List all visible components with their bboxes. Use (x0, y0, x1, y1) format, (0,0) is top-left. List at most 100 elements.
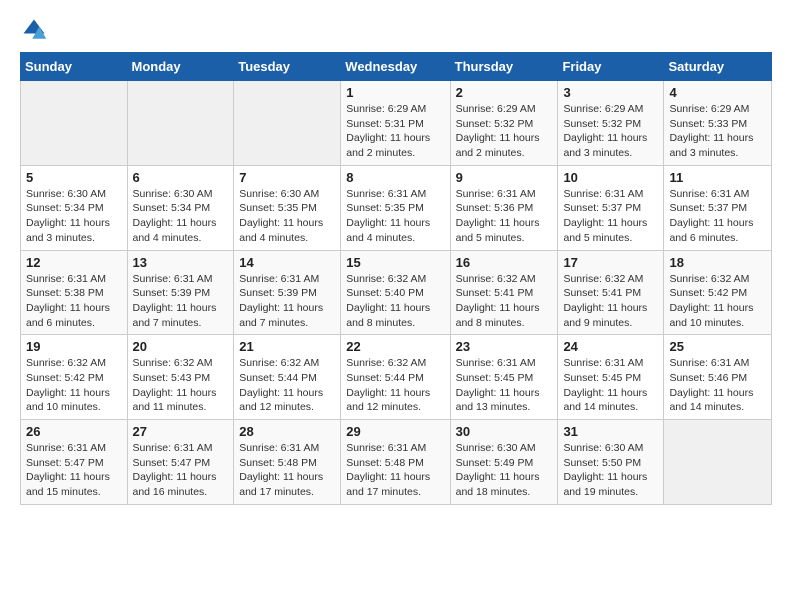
day-number: 4 (669, 85, 766, 100)
calendar-cell: 17 Sunrise: 6:32 AMSunset: 5:41 PMDayligh… (558, 250, 664, 335)
day-info: Sunrise: 6:31 AMSunset: 5:47 PMDaylight:… (133, 441, 229, 500)
day-info: Sunrise: 6:31 AMSunset: 5:45 PMDaylight:… (456, 356, 553, 415)
day-info: Sunrise: 6:31 AMSunset: 5:45 PMDaylight:… (563, 356, 658, 415)
day-number: 10 (563, 170, 658, 185)
day-info: Sunrise: 6:29 AMSunset: 5:31 PMDaylight:… (346, 102, 444, 161)
calendar-cell: 29 Sunrise: 6:31 AMSunset: 5:48 PMDayligh… (341, 420, 450, 505)
calendar-cell: 3 Sunrise: 6:29 AMSunset: 5:32 PMDaylight… (558, 81, 664, 166)
day-number: 12 (26, 255, 122, 270)
calendar-cell: 1 Sunrise: 6:29 AMSunset: 5:31 PMDaylight… (341, 81, 450, 166)
calendar-cell: 12Sunrise: 6:31 AMSunset: 5:38 PMDayligh… (21, 250, 128, 335)
day-number: 9 (456, 170, 553, 185)
day-info: Sunrise: 6:32 AMSunset: 5:40 PMDaylight:… (346, 272, 444, 331)
day-info: Sunrise: 6:32 AMSunset: 5:41 PMDaylight:… (563, 272, 658, 331)
day-number: 7 (239, 170, 335, 185)
calendar-cell: 28 Sunrise: 6:31 AMSunset: 5:48 PMDayligh… (234, 420, 341, 505)
weekday-header: Friday (558, 53, 664, 81)
calendar-week-row: 1 Sunrise: 6:29 AMSunset: 5:31 PMDaylight… (21, 81, 772, 166)
day-info: Sunrise: 6:29 AMSunset: 5:32 PMDaylight:… (563, 102, 658, 161)
day-number: 14 (239, 255, 335, 270)
day-number: 21 (239, 339, 335, 354)
calendar-cell: 24 Sunrise: 6:31 AMSunset: 5:45 PMDayligh… (558, 335, 664, 420)
logo (20, 16, 52, 44)
day-number: 3 (563, 85, 658, 100)
day-info: Sunrise: 6:31 AMSunset: 5:37 PMDaylight:… (669, 187, 766, 246)
day-info: Sunrise: 6:32 AMSunset: 5:41 PMDaylight:… (456, 272, 553, 331)
day-number: 23 (456, 339, 553, 354)
day-info: Sunrise: 6:31 AMSunset: 5:39 PMDaylight:… (239, 272, 335, 331)
page-header (20, 16, 772, 44)
day-number: 31 (563, 424, 658, 439)
calendar-cell: 7 Sunrise: 6:30 AMSunset: 5:35 PMDaylight… (234, 165, 341, 250)
calendar-cell: 15 Sunrise: 6:32 AMSunset: 5:40 PMDayligh… (341, 250, 450, 335)
weekday-header: Saturday (664, 53, 772, 81)
day-number: 16 (456, 255, 553, 270)
day-info: Sunrise: 6:30 AMSunset: 5:35 PMDaylight:… (239, 187, 335, 246)
calendar-cell: 2 Sunrise: 6:29 AMSunset: 5:32 PMDaylight… (450, 81, 558, 166)
day-info: Sunrise: 6:30 AMSunset: 5:49 PMDaylight:… (456, 441, 553, 500)
calendar-cell: 27Sunrise: 6:31 AMSunset: 5:47 PMDayligh… (127, 420, 234, 505)
weekday-header: Wednesday (341, 53, 450, 81)
day-number: 24 (563, 339, 658, 354)
calendar-cell: 18 Sunrise: 6:32 AMSunset: 5:42 PMDayligh… (664, 250, 772, 335)
calendar-week-row: 5 Sunrise: 6:30 AMSunset: 5:34 PMDaylight… (21, 165, 772, 250)
day-info: Sunrise: 6:30 AMSunset: 5:34 PMDaylight:… (26, 187, 122, 246)
day-info: Sunrise: 6:32 AMSunset: 5:42 PMDaylight:… (669, 272, 766, 331)
day-info: Sunrise: 6:32 AMSunset: 5:43 PMDaylight:… (133, 356, 229, 415)
calendar-cell: 16 Sunrise: 6:32 AMSunset: 5:41 PMDayligh… (450, 250, 558, 335)
calendar-cell (21, 81, 128, 166)
day-number: 30 (456, 424, 553, 439)
calendar-week-row: 19Sunrise: 6:32 AMSunset: 5:42 PMDayligh… (21, 335, 772, 420)
day-info: Sunrise: 6:29 AMSunset: 5:33 PMDaylight:… (669, 102, 766, 161)
calendar-cell: 19Sunrise: 6:32 AMSunset: 5:42 PMDayligh… (21, 335, 128, 420)
weekday-header: Monday (127, 53, 234, 81)
calendar-cell (127, 81, 234, 166)
day-info: Sunrise: 6:31 AMSunset: 5:48 PMDaylight:… (346, 441, 444, 500)
day-number: 22 (346, 339, 444, 354)
day-number: 11 (669, 170, 766, 185)
day-info: Sunrise: 6:32 AMSunset: 5:44 PMDaylight:… (346, 356, 444, 415)
day-number: 29 (346, 424, 444, 439)
day-info: Sunrise: 6:31 AMSunset: 5:37 PMDaylight:… (563, 187, 658, 246)
calendar-header: SundayMondayTuesdayWednesdayThursdayFrid… (21, 53, 772, 81)
day-number: 1 (346, 85, 444, 100)
day-number: 2 (456, 85, 553, 100)
day-number: 17 (563, 255, 658, 270)
day-number: 8 (346, 170, 444, 185)
calendar-cell: 10 Sunrise: 6:31 AMSunset: 5:37 PMDayligh… (558, 165, 664, 250)
calendar-week-row: 12Sunrise: 6:31 AMSunset: 5:38 PMDayligh… (21, 250, 772, 335)
calendar-cell: 5 Sunrise: 6:30 AMSunset: 5:34 PMDaylight… (21, 165, 128, 250)
day-number: 28 (239, 424, 335, 439)
day-number: 25 (669, 339, 766, 354)
day-info: Sunrise: 6:32 AMSunset: 5:44 PMDaylight:… (239, 356, 335, 415)
day-number: 15 (346, 255, 444, 270)
day-number: 26 (26, 424, 122, 439)
calendar-cell: 26 Sunrise: 6:31 AMSunset: 5:47 PMDayligh… (21, 420, 128, 505)
calendar-cell: 20Sunrise: 6:32 AMSunset: 5:43 PMDayligh… (127, 335, 234, 420)
calendar-cell: 21 Sunrise: 6:32 AMSunset: 5:44 PMDayligh… (234, 335, 341, 420)
calendar-cell: 31 Sunrise: 6:30 AMSunset: 5:50 PMDayligh… (558, 420, 664, 505)
calendar-cell: 30 Sunrise: 6:30 AMSunset: 5:49 PMDayligh… (450, 420, 558, 505)
day-number: 13 (133, 255, 229, 270)
day-info: Sunrise: 6:31 AMSunset: 5:47 PMDaylight:… (26, 441, 122, 500)
weekday-header: Thursday (450, 53, 558, 81)
day-info: Sunrise: 6:30 AMSunset: 5:50 PMDaylight:… (563, 441, 658, 500)
calendar-cell: 11 Sunrise: 6:31 AMSunset: 5:37 PMDayligh… (664, 165, 772, 250)
calendar-cell: 22 Sunrise: 6:32 AMSunset: 5:44 PMDayligh… (341, 335, 450, 420)
calendar-table: SundayMondayTuesdayWednesdayThursdayFrid… (20, 52, 772, 505)
calendar-cell: 25Sunrise: 6:31 AMSunset: 5:46 PMDayligh… (664, 335, 772, 420)
day-info: Sunrise: 6:31 AMSunset: 5:48 PMDaylight:… (239, 441, 335, 500)
calendar-cell (664, 420, 772, 505)
day-info: Sunrise: 6:31 AMSunset: 5:35 PMDaylight:… (346, 187, 444, 246)
weekday-header: Tuesday (234, 53, 341, 81)
day-info: Sunrise: 6:29 AMSunset: 5:32 PMDaylight:… (456, 102, 553, 161)
day-number: 18 (669, 255, 766, 270)
calendar-body: 1 Sunrise: 6:29 AMSunset: 5:31 PMDaylight… (21, 81, 772, 505)
calendar-cell (234, 81, 341, 166)
day-number: 5 (26, 170, 122, 185)
calendar-cell: 14 Sunrise: 6:31 AMSunset: 5:39 PMDayligh… (234, 250, 341, 335)
logo-icon (20, 16, 48, 44)
weekday-row: SundayMondayTuesdayWednesdayThursdayFrid… (21, 53, 772, 81)
day-info: Sunrise: 6:30 AMSunset: 5:34 PMDaylight:… (133, 187, 229, 246)
day-info: Sunrise: 6:32 AMSunset: 5:42 PMDaylight:… (26, 356, 122, 415)
